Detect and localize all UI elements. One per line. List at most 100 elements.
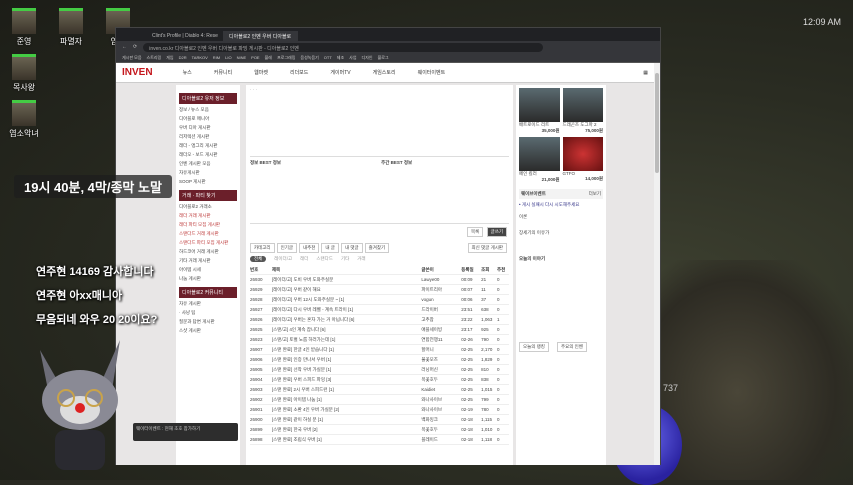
bookmark-item[interactable]: 블로그 — [378, 55, 389, 61]
bookmark-item[interactable]: TARKOV — [192, 55, 208, 60]
table-row[interactable]: 26926 [레이더/고] 우버는 혼자 가는 거 아닙니다 [6] 고추참 23:2… — [250, 315, 509, 325]
nav-link[interactable]: 정보 / 뉴스 모음 — [179, 107, 237, 113]
game-card[interactable]: 페인 킬러 21,000원 — [519, 137, 560, 183]
nav-item[interactable]: 뉴스 — [183, 69, 192, 76]
bookmark-item[interactable]: LIO — [225, 55, 231, 60]
nav-link[interactable]: 자유 게시판 — [179, 301, 237, 307]
post-title[interactable]: [스탠 완료] 한글 4인 받습니다 [1] — [272, 347, 421, 353]
filter-button[interactable]: 카테고리 — [250, 243, 275, 253]
browser-tab[interactable]: Clint's Profile | Diablo 4: Rese — [146, 31, 221, 41]
table-row[interactable]: 26904 [스탠 완료] 우버 스피드 파밍 [3] 목꽃호두 02-25 838 0 — [250, 375, 509, 385]
bookmark-item[interactable]: 디자인 — [362, 55, 373, 61]
nav-item[interactable]: 웨이터이벤트 — [418, 69, 446, 76]
table-row[interactable]: 26901 [스탠 완료] 소환 4인 우버 가실분 [2] 와나사이브 02-19 7… — [250, 405, 509, 415]
nav-link[interactable]: 인벤 게시판 모음 — [179, 161, 237, 167]
bookmark-item[interactable]: 블레 — [265, 55, 272, 61]
game-card[interactable]: GTFO 14,000원 — [562, 137, 603, 183]
table-row[interactable]: 26902 [스탠 완료] 아이템 나눔 [1] 와나사이브 02-25 799 0 — [250, 395, 509, 405]
nav-link[interactable]: 스탠다드 거래 게시판 — [179, 231, 237, 237]
nav-link[interactable]: 스탠다드 파티 모집 게시판 — [179, 240, 237, 246]
user-item[interactable]: 장세기의 이유가 — [519, 230, 603, 236]
game-card[interactable]: 드래곤즈 도그마 2 75,000원 — [562, 88, 603, 134]
nav-link[interactable]: 래더 - 앵그리 게시판 — [179, 143, 237, 149]
bookmark-item[interactable]: 사업 — [349, 55, 356, 61]
bookmark-item[interactable]: RIM — [213, 55, 220, 60]
nav-link[interactable]: · 사냥 팁 — [179, 310, 237, 316]
post-title[interactable]: [스탠 완료] 소환 4인 우버 가실분 [2] — [272, 407, 421, 413]
post-title[interactable]: [레이더/고] 우버 같이 해요 — [272, 287, 421, 293]
post-title[interactable]: [레이더/고] 우버는 혼자 가는 거 아닙니다 [6] — [272, 317, 421, 323]
nav-link[interactable]: 리저렉션 게시판 — [179, 134, 237, 140]
table-row[interactable]: 26928 [레이더/고] 우버 12시 도와주실분 ~ [1] vogun 00:0… — [250, 295, 509, 305]
board-tab[interactable]: 레이더/고 — [274, 256, 292, 262]
board-tab[interactable]: 전체 — [250, 256, 267, 262]
bookmark-item[interactable]: D2R — [179, 55, 187, 60]
notification-popup[interactable]: 웨이터이벤트 : 현재 초호 참가하기 — [133, 423, 238, 441]
bookmark-item[interactable]: 제조 — [337, 55, 344, 61]
table-row[interactable]: 26930 [레이더/고] 도비 우버 도와주실분 Lawye00 00:09 21 0 — [250, 275, 509, 285]
nav-item[interactable]: 게임스토리 — [373, 69, 396, 76]
user-item[interactable]: 이론 — [519, 214, 603, 220]
nav-link[interactable]: 래더 거래 게시판 — [179, 213, 237, 219]
bookmark-item[interactable]: 게시판 모음 — [122, 55, 142, 61]
table-row[interactable]: 26905 [스탠 완료] 선착 우버 가실분 [1] 러닝머신 02-25 810 0 — [250, 365, 509, 375]
browser-tab-active[interactable]: 디아블로2 인벤 우버 디아블로 — [223, 31, 298, 41]
post-title[interactable]: [스탠 완료] 조립식 우버 [1] — [272, 437, 421, 443]
table-row[interactable]: 26906 [스탠 완료] 인증 만나서 우버 [1] 불꽃모즈 02-25 1,829… — [250, 355, 509, 365]
desktop-icon[interactable]: 염소악녀 — [6, 100, 42, 139]
table-row[interactable]: 26899 [스탠 완료] 한국 우버 [2] 목꽃호두 02-18 1,010 0 — [250, 425, 509, 435]
filter-button[interactable]: 즐겨찾기 — [364, 243, 390, 253]
bookmark-item[interactable]: OTT — [324, 55, 332, 60]
nav-link[interactable]: 질문과 답변 게시판 — [179, 319, 237, 325]
post-title[interactable]: [스탠 완료] 같이 하실 분 [1] — [272, 417, 421, 423]
back-icon[interactable]: ← — [122, 44, 127, 50]
board-tab[interactable]: 래더 — [300, 256, 308, 262]
post-title[interactable]: [스탠 완료] 선착 우버 가실분 [1] — [272, 367, 421, 373]
nav-link[interactable]: 디아블로 매니아 — [179, 116, 237, 122]
more-link[interactable]: 더보기 — [589, 191, 601, 197]
bookmark-item[interactable]: POE — [251, 55, 259, 60]
nav-link[interactable]: 기타 거래 게시판 — [179, 258, 237, 264]
desktop-icon[interactable]: 목사왕 — [6, 54, 42, 93]
bookmark-item[interactable]: 음성녹음기 — [300, 55, 318, 61]
nav-link[interactable]: 래더 파티 모집 게시판 — [179, 222, 237, 228]
desktop-icon[interactable]: 파멸자 — [53, 8, 89, 47]
page-scrollbar[interactable] — [654, 63, 660, 465]
table-row[interactable]: 26929 [레이더/고] 우버 같이 해요 파이트리아 00:07 11 0 — [250, 285, 509, 295]
table-row[interactable]: 26923 [스탠/고] 토벌 노룹 하러가는데 [1] 연합전쟁11 02-26 79… — [250, 335, 509, 345]
bookmark-item[interactable]: 스트리밍 — [147, 55, 162, 61]
nav-item[interactable]: 게이머TV — [330, 69, 350, 76]
bookmark-item[interactable]: 게임 — [166, 55, 173, 61]
post-title[interactable]: [스탠 완료] 한국 우버 [2] — [272, 427, 421, 433]
sort-select[interactable]: 최신 댓글 게시판 — [467, 243, 507, 253]
nav-link[interactable]: 디아블로2 거래소 — [179, 204, 237, 210]
tab-ranking[interactable]: 오늘의 랭킹 — [519, 342, 549, 352]
nav-link[interactable]: 자유게시판 — [179, 170, 237, 176]
nav-item[interactable]: 리더보드 — [290, 69, 308, 76]
post-title[interactable]: [스탠 완료] 2시 우버 스피드런 [1] — [272, 387, 421, 393]
bookmark-item[interactable]: NINE — [237, 55, 247, 60]
inven-logo[interactable]: INVEN — [122, 67, 153, 78]
post-title[interactable]: [스탠 완료] 아이템 나눔 [1] — [272, 397, 421, 403]
game-card[interactable]: 배트로이드 리트 35,000원 — [519, 88, 560, 134]
board-tab[interactable]: 기타 — [341, 256, 349, 262]
table-row[interactable]: 26900 [스탠 완료] 같이 하실 분 [1] 백화잉크 02-18 1,115 0 — [250, 415, 509, 425]
filter-button[interactable]: 인기글 — [276, 243, 297, 253]
board-tab[interactable]: 스탠다드 — [316, 256, 333, 262]
nav-item[interactable]: 커뮤니티 — [214, 69, 232, 76]
table-row[interactable]: 26925 [스탠/고] 4인 계속 잡니다 [6] 애플세이빙 23:17 925 0 — [250, 325, 509, 335]
desktop-icon[interactable]: 준영 — [6, 8, 42, 47]
nav-item[interactable]: 웹마켓 — [254, 69, 268, 76]
nav-link[interactable]: 스샷 게시판 — [179, 328, 237, 334]
post-title[interactable]: [스탠 완료] 인증 만나서 우버 [1] — [272, 357, 421, 363]
table-row[interactable]: 26898 [스탠 완료] 조립식 우버 [1] 블레이드 02-18 1,118 0 — [250, 435, 509, 445]
reload-icon[interactable]: ⟳ — [133, 44, 137, 50]
board-tab[interactable]: 거래 — [357, 256, 365, 262]
post-title[interactable]: [스탠 완료] 우버 스피드 파밍 [3] — [272, 377, 421, 383]
post-title[interactable]: [스탠/고] 4인 계속 잡니다 [6] — [272, 327, 421, 333]
table-row[interactable]: 26927 [레이더/고] 다시 우버 레벨 - 계속 트라이 [1] 드라이버 23… — [250, 305, 509, 315]
nav-link[interactable]: 래더오 - 보드 게시판 — [179, 152, 237, 158]
filter-button[interactable]: 내 글 — [321, 243, 339, 253]
filter-button[interactable]: 내추천 — [298, 243, 320, 253]
write-button[interactable]: 글쓰기 — [486, 227, 507, 237]
